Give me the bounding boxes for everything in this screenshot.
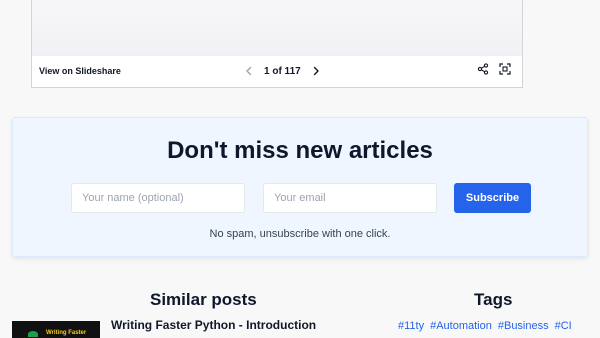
tag-link[interactable]: #Business	[498, 320, 549, 332]
newsletter-title: Don't miss new articles	[167, 137, 433, 164]
tag-link[interactable]: #11ty	[398, 320, 424, 332]
post-thumbnail[interactable]: Writing Faster	[12, 321, 100, 338]
tag-link[interactable]: #Automation	[430, 320, 492, 332]
tag-link[interactable]: #CI	[555, 320, 572, 332]
embed-toolbar: View on Slideshare 1 of 117	[32, 56, 522, 87]
tag-list: #11ty #Automation #Business #CI	[398, 320, 572, 332]
view-on-slideshare-link[interactable]: View on Slideshare	[39, 66, 121, 76]
share-icon[interactable]	[476, 62, 490, 76]
thumbnail-text: Writing Faster	[46, 330, 87, 336]
python-logo-icon	[28, 331, 38, 337]
chevron-right-icon[interactable]	[309, 64, 323, 78]
fullscreen-icon[interactable]	[498, 62, 512, 76]
newsletter-signup: Don't miss new articles Subscribe No spa…	[12, 117, 588, 257]
newsletter-note: No spam, unsubscribe with one click.	[209, 228, 391, 240]
slide-preview[interactable]	[32, 0, 522, 56]
similar-post-link[interactable]: Writing Faster Python - Introduction	[111, 318, 316, 332]
slideshare-embed: View on Slideshare 1 of 117	[31, 0, 523, 88]
embed-actions	[476, 62, 512, 76]
email-input[interactable]	[263, 183, 437, 213]
chevron-left-icon[interactable]	[242, 64, 256, 78]
similar-posts-title: Similar posts	[150, 290, 257, 309]
subscribe-button[interactable]: Subscribe	[454, 183, 531, 213]
page-indicator: 1 of 117	[264, 65, 301, 77]
name-input[interactable]	[71, 183, 245, 213]
tags-title: Tags	[474, 290, 513, 309]
slide-pager: 1 of 117	[242, 61, 323, 81]
